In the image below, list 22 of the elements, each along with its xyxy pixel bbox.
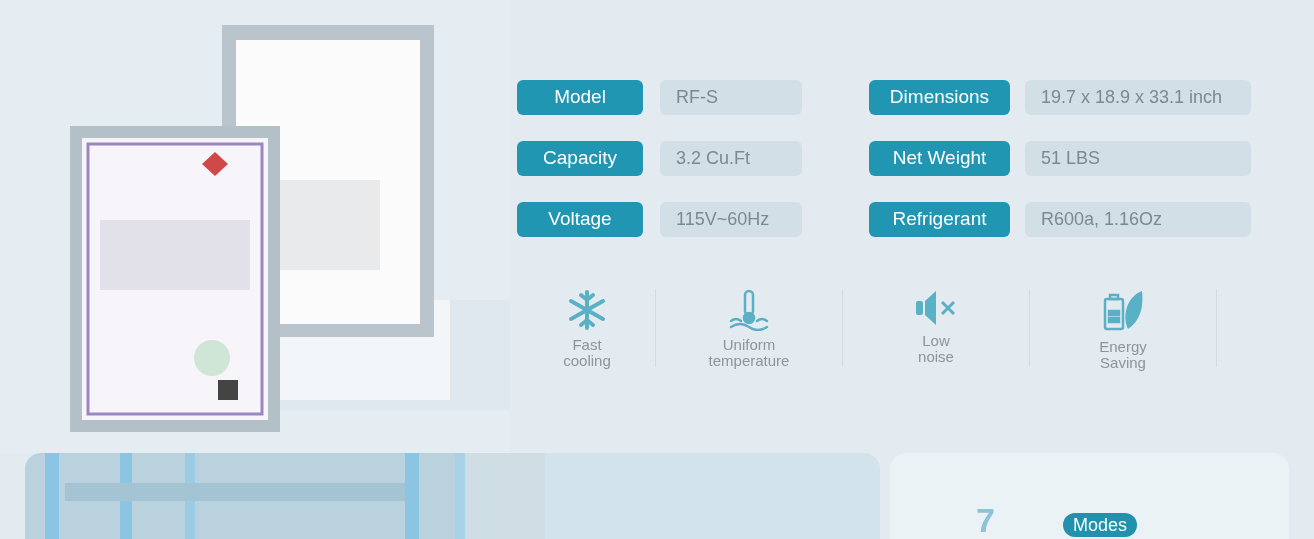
spec-label: Model	[517, 80, 643, 115]
spec-label: Net Weight	[869, 141, 1010, 176]
snowflake-icon	[567, 289, 607, 331]
muted-speaker-icon	[914, 289, 958, 327]
spec-value: 51 LBS	[1025, 141, 1251, 176]
feature-label: Fast cooling	[563, 337, 611, 369]
battery-leaf-icon	[1102, 289, 1144, 333]
feature-label: Uniform temperature	[708, 337, 790, 369]
spec-label: Refrigerant	[869, 202, 1010, 237]
modes-badge: Modes	[1063, 513, 1138, 537]
spec-label: Dimensions	[869, 80, 1010, 115]
spec-value: RF-S	[660, 80, 802, 115]
modes-number: 7	[976, 503, 995, 537]
spec-value: 115V~60Hz	[660, 202, 802, 237]
spec-value: 3.2 Cu.Ft	[660, 141, 802, 176]
spec-label: Voltage	[517, 202, 643, 237]
feature-label: Energy Saving	[1099, 339, 1147, 371]
spec-value: 19.7 x 18.9 x 33.1 inch	[1025, 80, 1251, 115]
thermometer-icon	[728, 289, 770, 331]
spec-value: R600a, 1.16Oz	[1025, 202, 1251, 237]
spec-label: Capacity	[517, 141, 643, 176]
feature-label: Low noise	[918, 333, 954, 365]
